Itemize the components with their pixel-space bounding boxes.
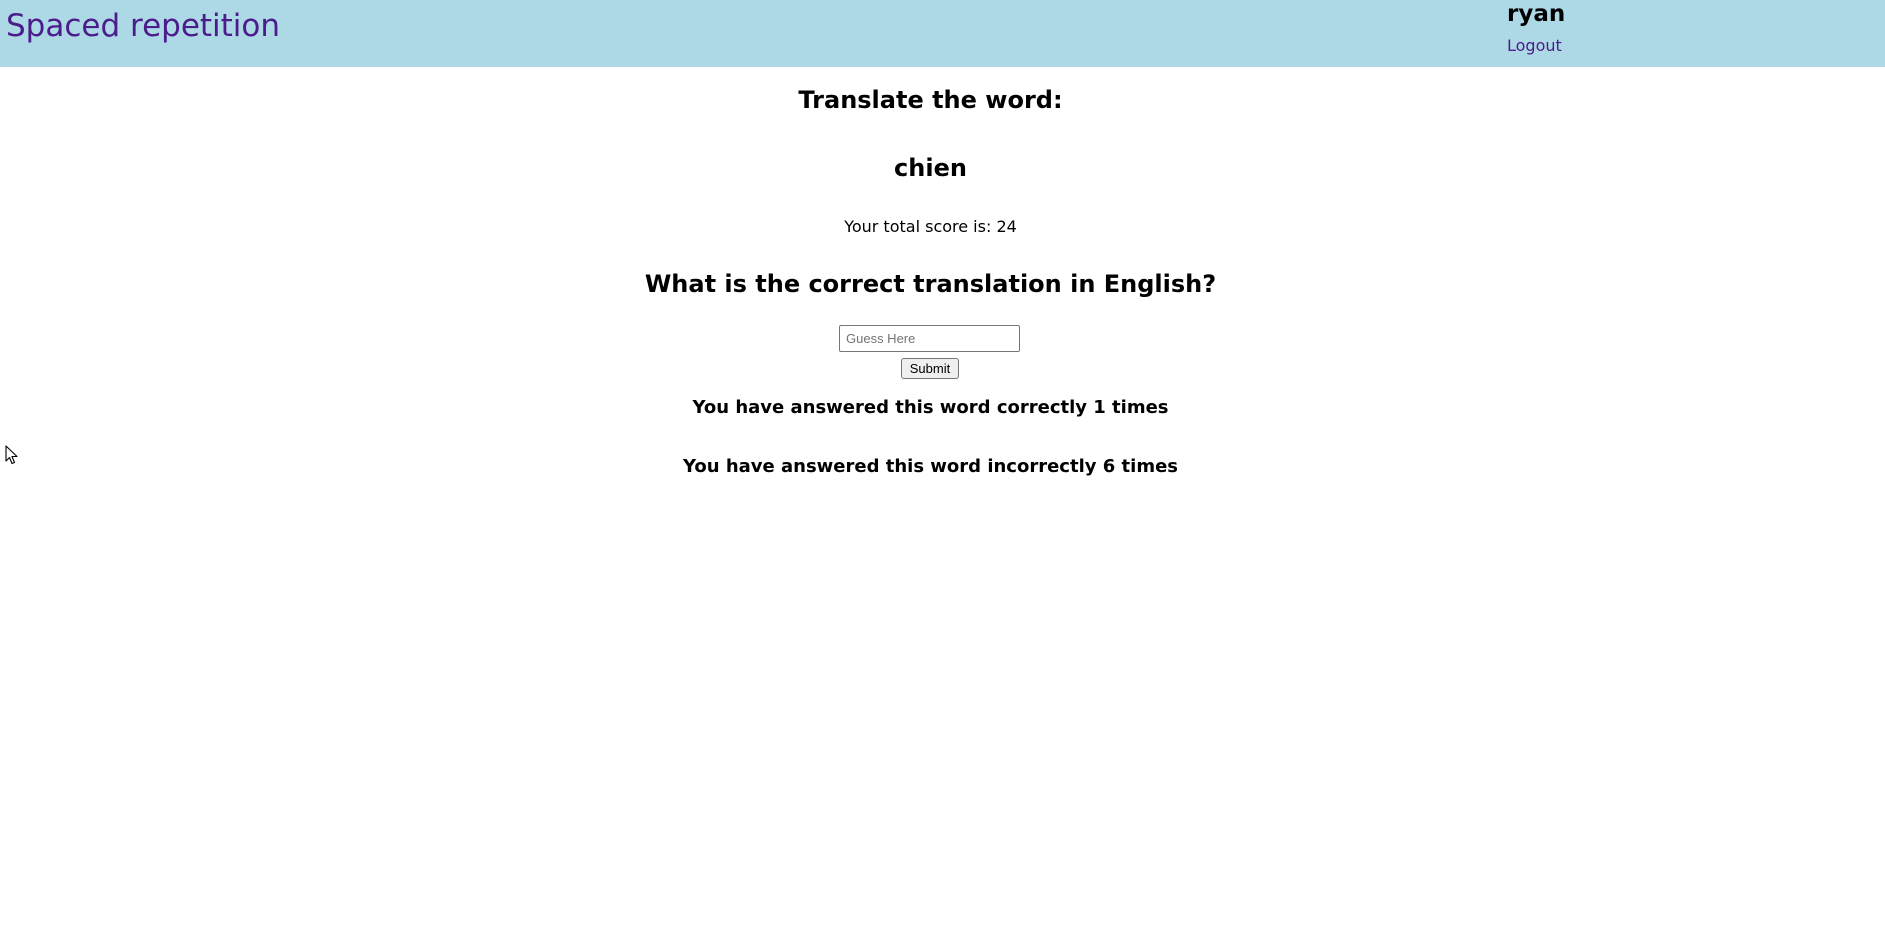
total-score: Your total score is: 24 xyxy=(844,217,1017,236)
correct-count: You have answered this word correctly 1 … xyxy=(692,397,1169,418)
user-name: ryan xyxy=(1507,1,1566,27)
translation-question: What is the correct translation in Engli… xyxy=(644,270,1217,298)
incorrect-count: You have answered this word incorrectly … xyxy=(682,456,1178,477)
translate-prompt-heading: Translate the word: xyxy=(798,86,1063,114)
word-to-translate: chien xyxy=(894,154,967,182)
app-header: Spaced repetition ryan Logout xyxy=(0,0,1885,67)
guess-input[interactable] xyxy=(839,325,1020,352)
submit-button[interactable]: Submit xyxy=(901,358,959,379)
mouse-pointer-icon xyxy=(5,445,18,465)
app-title-link[interactable]: Spaced repetition xyxy=(6,6,280,46)
logout-link[interactable]: Logout xyxy=(1507,36,1562,56)
